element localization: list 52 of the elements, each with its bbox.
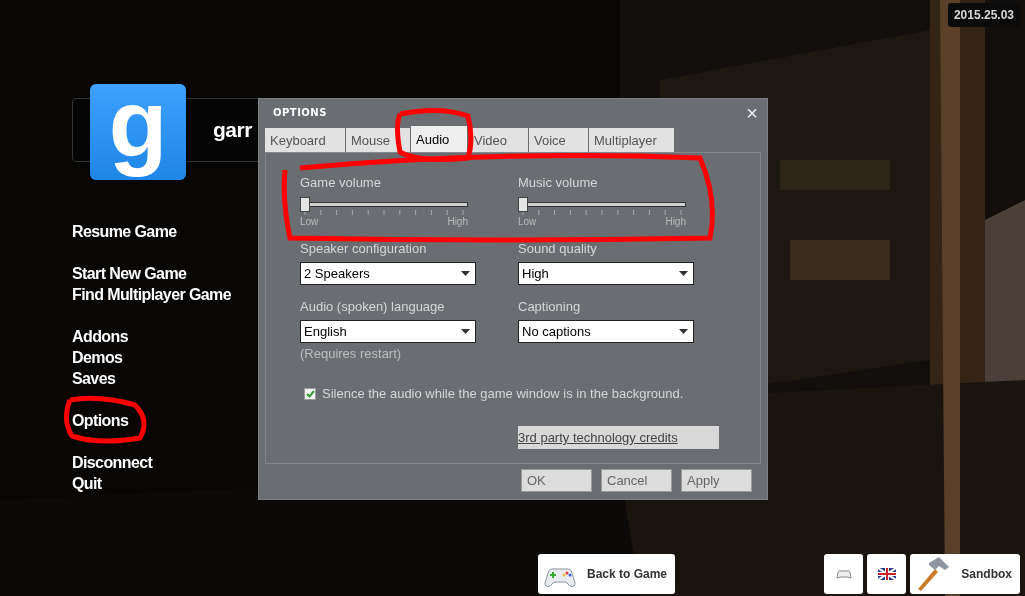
tab[interactable]: Mouse — [346, 128, 410, 152]
dropdown[interactable]: No captions — [518, 320, 694, 343]
menu-item[interactable]: Demos — [72, 347, 123, 368]
sandbox-button[interactable]: Sandbox — [910, 554, 1020, 594]
slider-label: Music volume — [518, 175, 598, 191]
menu-item[interactable]: Saves — [72, 368, 116, 389]
tab[interactable]: Audio — [411, 126, 467, 152]
menu-item[interactable]: Options — [72, 410, 129, 431]
close-button[interactable]: × — [746, 102, 758, 123]
hammer-icon — [915, 557, 952, 591]
gamepad-icon — [835, 568, 852, 580]
menu-item[interactable]: Addons — [72, 326, 128, 347]
caret-icon — [679, 329, 688, 334]
caret-icon — [461, 329, 470, 334]
credits-button[interactable]: 3rd party technology credits — [518, 426, 719, 449]
language-button[interactable] — [867, 554, 907, 594]
dropdown[interactable]: High — [518, 262, 694, 285]
slider-min-label: Low — [300, 216, 319, 227]
dialog-button[interactable]: Apply — [681, 469, 752, 492]
slider-label: Game volume — [300, 175, 381, 191]
gamepad-button[interactable] — [824, 554, 864, 594]
tab[interactable]: Video — [469, 128, 528, 152]
slider-max-label: High — [665, 216, 686, 227]
logo-icon: g — [90, 84, 186, 180]
dropdown-label: Speaker configuration — [300, 241, 427, 257]
caret-icon — [679, 271, 688, 276]
menu-item[interactable]: Disconnect — [72, 452, 153, 473]
tab[interactable]: Keyboard — [265, 128, 345, 152]
game-title: garr — [213, 118, 252, 142]
dialog-button[interactable]: OK — [521, 469, 592, 492]
dropdown-label: Sound quality — [518, 241, 597, 257]
menu-item[interactable]: Start New Game — [72, 263, 187, 284]
dropdown-label: Audio (spoken) language — [300, 299, 445, 315]
menu-item[interactable]: Quit — [72, 473, 102, 494]
slider-min-label: Low — [518, 216, 537, 227]
dialog-title: OPTIONS — [273, 107, 327, 118]
dropdown[interactable]: 2 Speakers — [300, 262, 476, 285]
flag-icon — [877, 568, 896, 580]
tab[interactable]: Voice — [529, 128, 588, 152]
dialog-button[interactable]: Cancel — [601, 469, 672, 492]
back-to-game-button[interactable]: Back to Game — [538, 554, 676, 594]
note-text: (Requires restart) — [300, 346, 403, 361]
menu-item[interactable]: Find Multiplayer Game — [72, 284, 231, 305]
tab[interactable]: Multiplayer — [589, 128, 674, 152]
dropdown[interactable]: English — [300, 320, 476, 343]
checkbox[interactable] — [304, 388, 316, 400]
menu-item[interactable]: Resume Game — [72, 221, 177, 242]
checkbox-label: Silence the audio while the game window is in the background. — [322, 386, 684, 402]
dropdown-label: Captioning — [518, 299, 581, 315]
caret-icon — [461, 271, 470, 276]
slider-max-label: High — [447, 216, 468, 227]
date-badge: 2015.25.03 — [947, 3, 1020, 27]
